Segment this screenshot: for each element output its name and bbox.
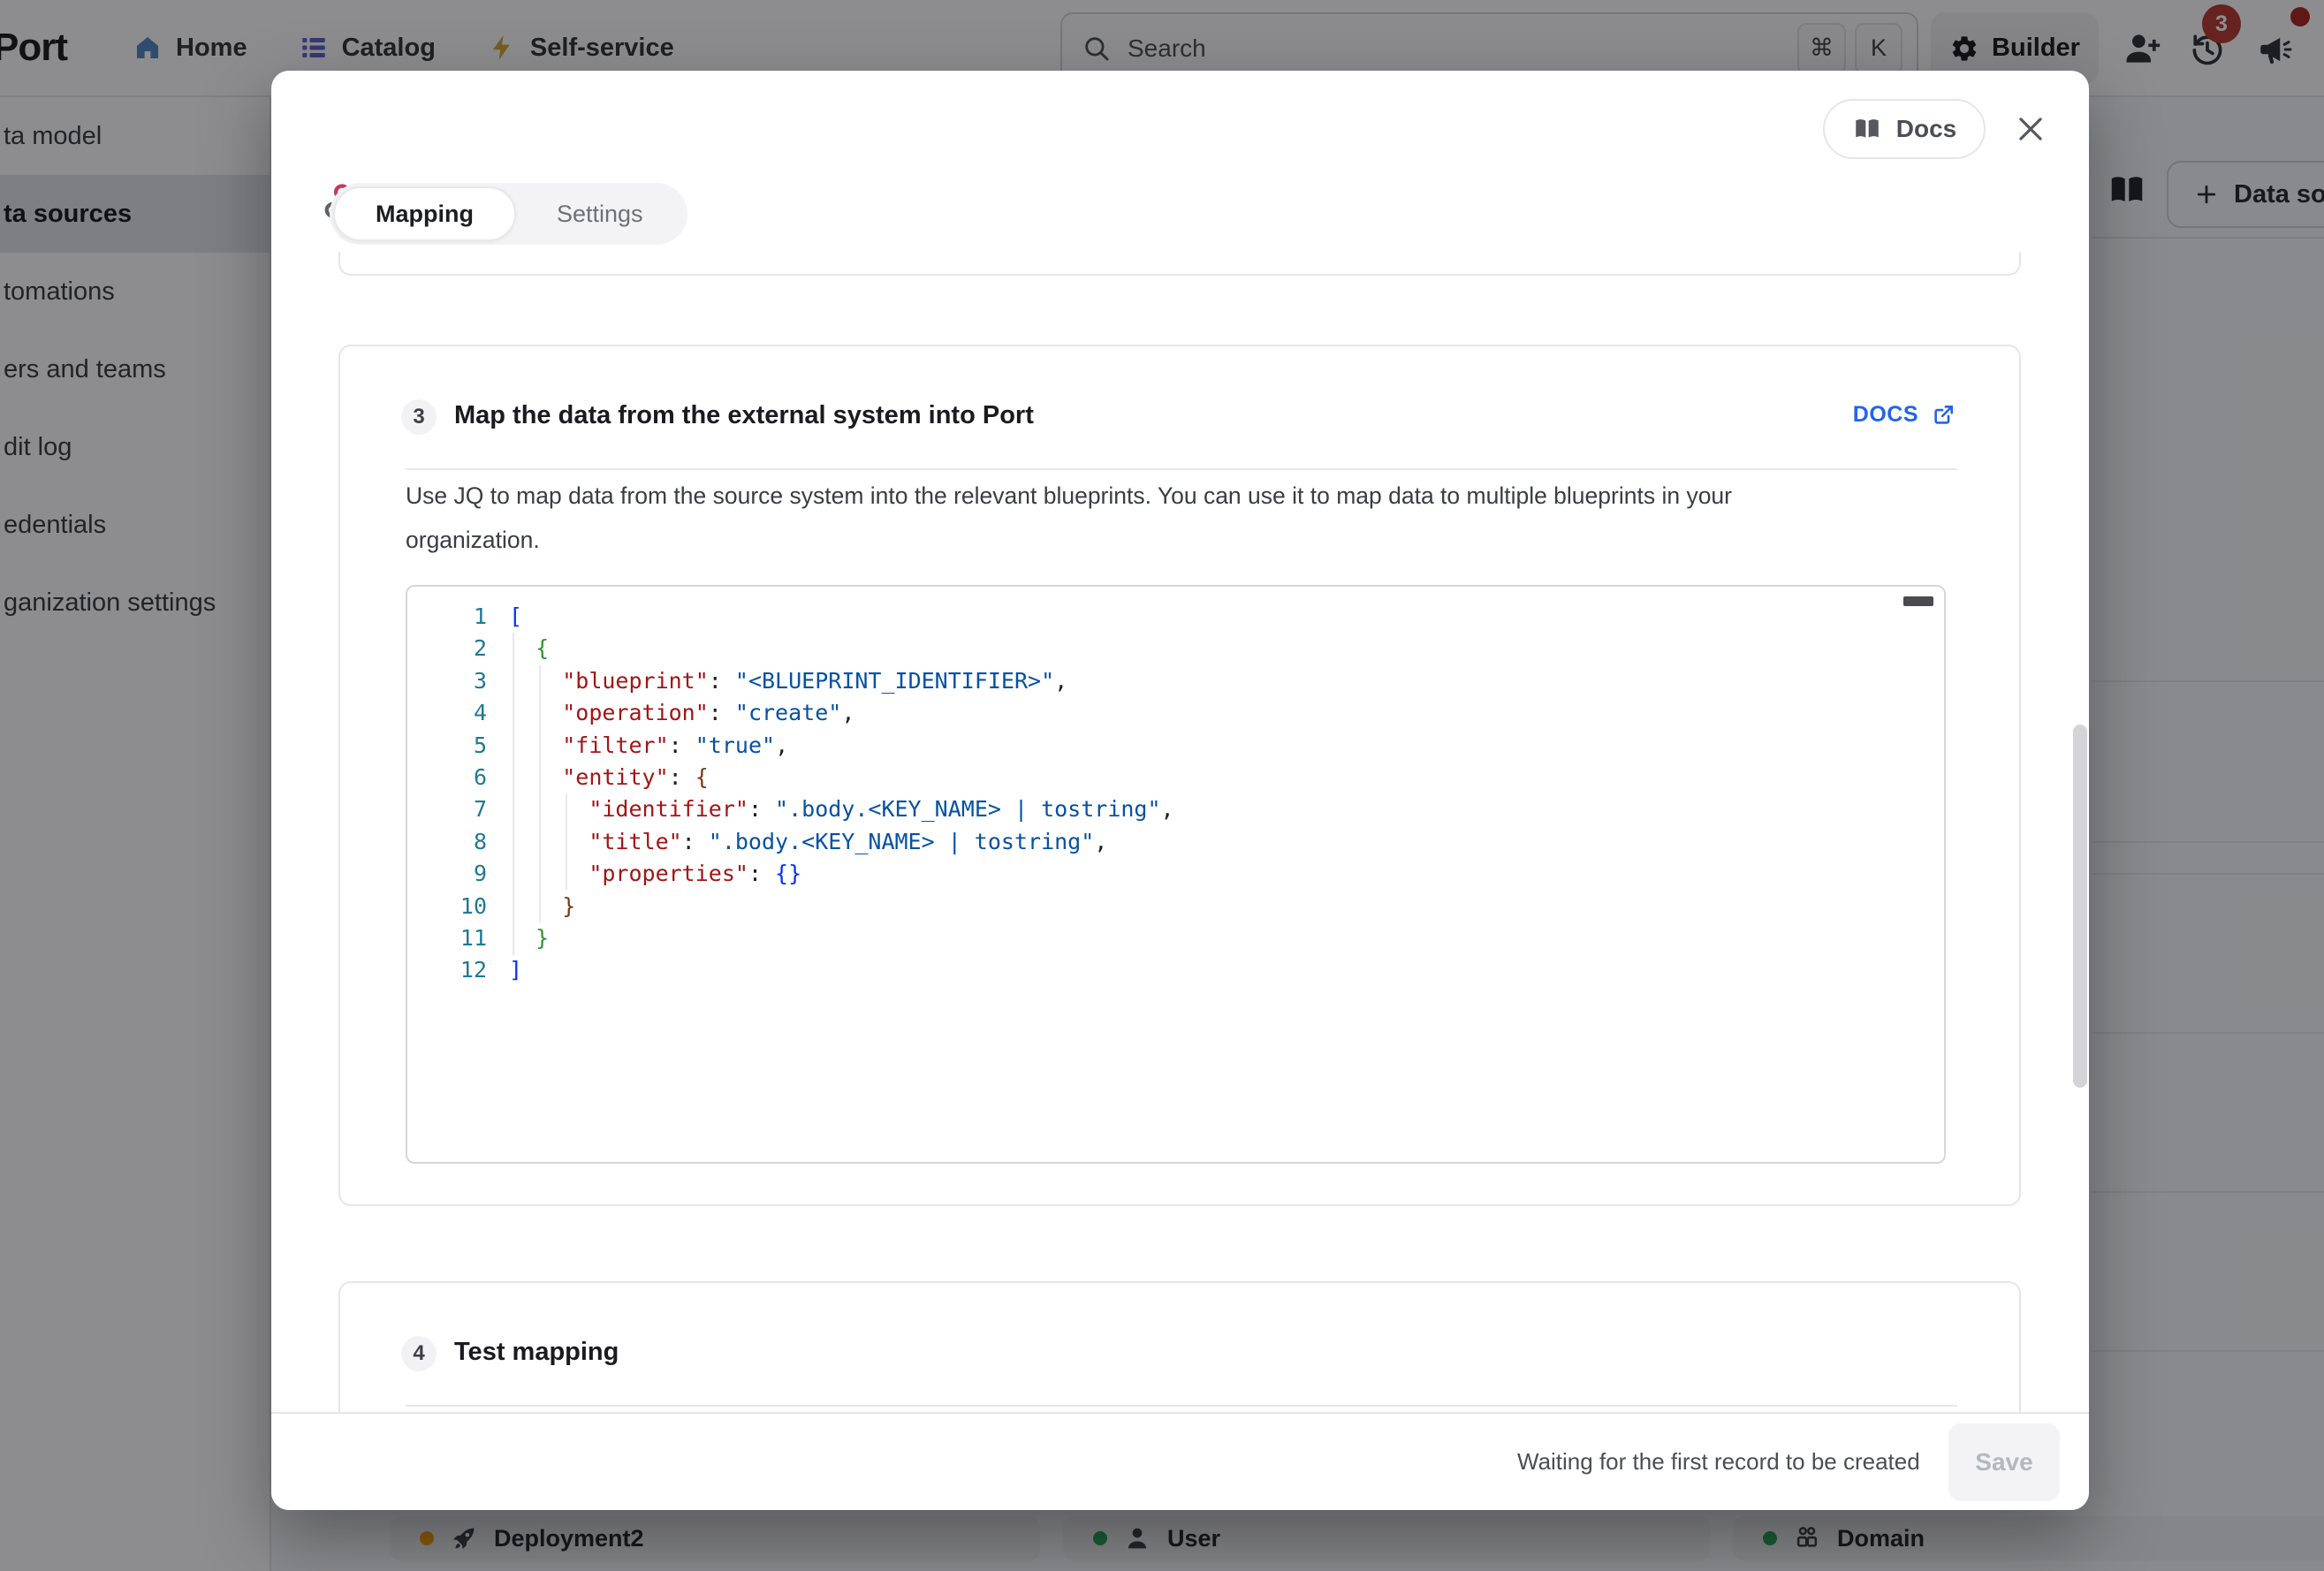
line-number: 7 [407, 793, 487, 825]
code-line[interactable]: "properties": {} [509, 858, 1174, 890]
code-line[interactable]: "blueprint": "<BLUEPRINT_IDENTIFIER>", [509, 665, 1174, 697]
line-number: 6 [407, 762, 487, 793]
modal-tabs: MappingSettings [330, 183, 687, 245]
line-number: 12 [407, 954, 487, 986]
external-link-icon [1931, 401, 1957, 428]
step-4-title: Test mapping [454, 1338, 619, 1367]
line-number: 4 [407, 697, 487, 729]
screen: Port HomeCatalogSelf-service Search ⌘K B… [0, 0, 2324, 1571]
step-4-number: 4 [401, 1336, 437, 1371]
code-line[interactable]: [ [509, 601, 1174, 633]
code-line[interactable]: "title": ".body.<KEY_NAME> | tostring", [509, 826, 1174, 858]
modal-footer: Waiting for the first record to be creat… [271, 1412, 2089, 1510]
code-line[interactable]: { [509, 633, 1174, 664]
line-number: 8 [407, 826, 487, 858]
line-number: 5 [407, 730, 487, 762]
code-line[interactable]: "filter": "true", [509, 730, 1174, 762]
line-number: 1 [407, 601, 487, 633]
docs-button[interactable]: Docs [1823, 99, 1986, 159]
code-line[interactable]: "entity": { [509, 762, 1174, 793]
code-line[interactable]: "operation": "create", [509, 697, 1174, 729]
code-line[interactable]: } [509, 922, 1174, 954]
save-button[interactable]: Save [1948, 1423, 2060, 1501]
code-line[interactable]: } [509, 891, 1174, 922]
code-line[interactable]: "identifier": ".body.<KEY_NAME> | tostri… [509, 793, 1174, 825]
tab-settings[interactable]: Settings [516, 186, 684, 241]
indent-guide [513, 633, 514, 955]
step-4-card: 4 Test mapping [338, 1281, 2021, 1412]
line-number: 9 [407, 858, 487, 890]
editor-gutter: 123456789101112 [407, 601, 487, 987]
previous-step-card-edge [338, 252, 2021, 276]
line-number: 10 [407, 891, 487, 922]
step-3-card: 3 Map the data from the external system … [338, 345, 2021, 1206]
line-number: 3 [407, 665, 487, 697]
docs-link-label: DOCS [1853, 402, 1918, 428]
code-editor[interactable]: 123456789101112 [ { "blueprint": "<BLUEP… [406, 585, 1946, 1164]
indent-guide [566, 793, 567, 890]
close-button[interactable] [2014, 112, 2047, 146]
tab-mapping[interactable]: Mapping [333, 186, 516, 241]
step-3-number: 3 [401, 399, 437, 435]
card-divider [406, 1405, 1957, 1407]
modal-scrollbar[interactable] [2073, 725, 2087, 1088]
step-3-description: Use JQ to map data from the source syste… [406, 474, 1802, 562]
status-text: Waiting for the first record to be creat… [1517, 1448, 1920, 1476]
docs-button-label: Docs [1896, 115, 1956, 143]
book-icon [1852, 114, 1882, 144]
card-divider [406, 468, 1957, 470]
editor-code[interactable]: [ { "blueprint": "<BLUEPRINT_IDENTIFIER>… [509, 601, 1174, 987]
editor-scrollbar-thumb[interactable] [1903, 596, 1933, 606]
indent-guide [539, 665, 541, 922]
status-dot [1486, 1453, 1503, 1470]
docs-link[interactable]: DOCS [1853, 401, 1957, 428]
code-line[interactable]: ] [509, 954, 1174, 986]
line-number: 11 [407, 922, 487, 954]
line-number: 2 [407, 633, 487, 664]
data-source-modal: test matan Docs MappingSettings 3 Map th… [271, 71, 2089, 1510]
step-3-title: Map the data from the external system in… [454, 401, 1034, 430]
